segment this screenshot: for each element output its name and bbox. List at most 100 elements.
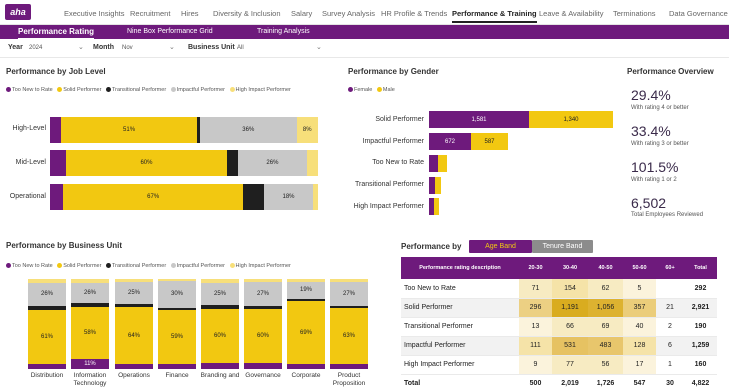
table-cell: 1 [656, 355, 684, 375]
segment-too-new [50, 184, 64, 210]
job-level-bar-high[interactable]: 51% 36% 8% [50, 117, 318, 143]
table-header[interactable]: 40-50 [588, 257, 623, 279]
table-header[interactable]: 30-40 [552, 257, 588, 279]
chevron-down-icon[interactable]: ⌄ [78, 43, 84, 51]
table-header[interactable]: 50-60 [623, 257, 656, 279]
business-unit-filter-value[interactable]: All [237, 45, 244, 51]
table-cell: 21 [656, 298, 684, 318]
nav-tab-hr-profile-trends[interactable]: HR Profile & Trends [381, 0, 447, 25]
gender-bar-transitional[interactable] [429, 177, 441, 194]
business-unit-column[interactable]: 19% 69% [287, 279, 325, 369]
table-row[interactable]: High Impact Performer 9 77 56 17 1 160 [401, 355, 717, 375]
table-header[interactable]: 20-30 [519, 257, 552, 279]
aha-logo[interactable]: aha [5, 4, 31, 20]
nav-tab-salary[interactable]: Salary [291, 0, 312, 25]
gender-bar-too-new[interactable] [429, 155, 447, 172]
table-cell: 40 [623, 317, 656, 337]
table-row[interactable]: Solid Performer 296 1,191 1,056 357 21 2… [401, 298, 717, 318]
business-unit-column[interactable]: 26% 58% 11% [71, 279, 109, 369]
kpi-total-reviewed-value: 6,502 [631, 195, 667, 211]
row-total: 190 [684, 317, 717, 337]
segment-impactful: 18% [264, 184, 313, 210]
job-level-label: Operational [9, 193, 46, 200]
overview-title: Performance Overview [627, 67, 714, 76]
table-cell: 500 [519, 373, 552, 391]
row-label: Transitional Performer [401, 317, 519, 337]
business-unit-column[interactable]: 27% 63% [330, 279, 368, 369]
subtab-performance-rating[interactable]: Performance Rating [18, 25, 95, 39]
segment-solid: 61% [28, 309, 66, 365]
table-cell: 1,056 [588, 298, 623, 318]
nav-tab-data-governance[interactable]: Data Governance [669, 0, 728, 25]
toggle-age-band[interactable]: Age Band [469, 240, 532, 253]
toggle-tenure-band[interactable]: Tenure Band [532, 240, 593, 253]
row-total: 2,921 [684, 298, 717, 318]
job-level-label: Mid-Level [15, 159, 46, 166]
year-filter-value[interactable]: 2024 [29, 45, 42, 51]
job-level-label: High-Level [12, 125, 46, 132]
segment-impactful: 26% [237, 150, 308, 176]
nav-tab-performance-training[interactable]: Performance & Training [452, 0, 537, 25]
row-label: Solid Performer [401, 298, 519, 318]
subtab-training-analysis[interactable]: Training Analysis [257, 25, 310, 39]
gender-row-label: Impactful Performer [362, 138, 424, 145]
segment-too-new [28, 364, 66, 369]
business-unit-column[interactable]: 25% 60% [201, 279, 239, 369]
gender-row-label: Too New to Rate [372, 159, 424, 166]
subtab-nine-box[interactable]: Nine Box Performance Grid [127, 25, 213, 39]
gender-bar-impactful[interactable]: 672 587 [429, 133, 508, 150]
table-row[interactable]: Transitional Performer 13 66 69 40 2 190 [401, 317, 717, 337]
table-row[interactable]: Too New to Rate 71 154 62 5 292 [401, 279, 717, 299]
table-header[interactable]: Performance rating description [401, 257, 519, 279]
segment-male [434, 198, 439, 215]
table-cell: 6 [656, 336, 684, 356]
gender-row-label: High Impact Performer [353, 203, 424, 210]
gender-bar-high-impact[interactable] [429, 198, 439, 215]
job-level-title: Performance by Job Level [6, 67, 106, 76]
table-cell: 1,191 [552, 298, 588, 318]
nav-tab-survey-analysis[interactable]: Survey Analysis [322, 0, 375, 25]
table-row[interactable]: Impactful Performer 111 531 483 128 6 1,… [401, 336, 717, 356]
business-unit-column[interactable]: 30% 59% [158, 279, 196, 369]
segment-solid: 51% [60, 117, 198, 143]
table-cell: 357 [623, 298, 656, 318]
table-header[interactable]: Total [684, 257, 717, 279]
job-level-legend: Too New to Rate Solid Performer Transiti… [6, 87, 294, 93]
table-cell: 9 [519, 355, 552, 375]
table-cell: 71 [519, 279, 552, 299]
job-level-bar-mid[interactable]: 60% 26% [50, 150, 318, 176]
nav-tab-terminations[interactable]: Terminations [613, 0, 656, 25]
nav-tab-recruitment[interactable]: Recruitment [130, 0, 170, 25]
table-cell: 2 [656, 317, 684, 337]
segment-solid: 59% [158, 310, 196, 364]
gender-bar-solid[interactable]: 1,581 1,340 [429, 111, 613, 128]
table-cell: 17 [623, 355, 656, 375]
chevron-down-icon[interactable]: ⌄ [316, 43, 322, 51]
nav-tab-hires[interactable]: Hires [181, 0, 199, 25]
nav-tab-diversity-inclusion[interactable]: Diversity & Inclusion [213, 0, 281, 25]
top-nav: aha Executive Insights Recruitment Hires… [0, 0, 729, 25]
table-cell: 5 [623, 279, 656, 299]
sub-nav: Performance Rating Nine Box Performance … [0, 25, 729, 39]
segment-too-new [115, 364, 153, 369]
nav-tab-leave-availability[interactable]: Leave & Availability [539, 0, 604, 25]
segment-too-new [244, 362, 282, 369]
filter-bar: Year 2024 ⌄ Month Nov ⌄ Business Unit Al… [0, 40, 729, 58]
segment-female [429, 155, 438, 172]
kpi-rating-4-value: 29.4% [631, 87, 671, 103]
table-cell: 128 [623, 336, 656, 356]
month-filter-value[interactable]: Nov [122, 45, 133, 51]
business-unit-column[interactable]: 25% 64% [115, 279, 153, 369]
row-total: 4,822 [684, 373, 717, 391]
table-cell: 69 [588, 317, 623, 337]
job-level-bar-operational[interactable]: 67% 18% [50, 184, 318, 210]
row-label: Total [401, 373, 519, 391]
table-cell: 547 [623, 373, 656, 391]
table-header[interactable]: 60+ [656, 257, 684, 279]
nav-tab-executive-insights[interactable]: Executive Insights [64, 0, 124, 25]
kpi-rating-3-value: 33.4% [631, 123, 671, 139]
business-unit-column[interactable]: 26% 61% [28, 279, 66, 369]
chevron-down-icon[interactable]: ⌄ [169, 43, 175, 51]
business-unit-column[interactable]: 27% 60% [244, 279, 282, 369]
business-unit-title: Performance by Business Unit [6, 241, 123, 250]
